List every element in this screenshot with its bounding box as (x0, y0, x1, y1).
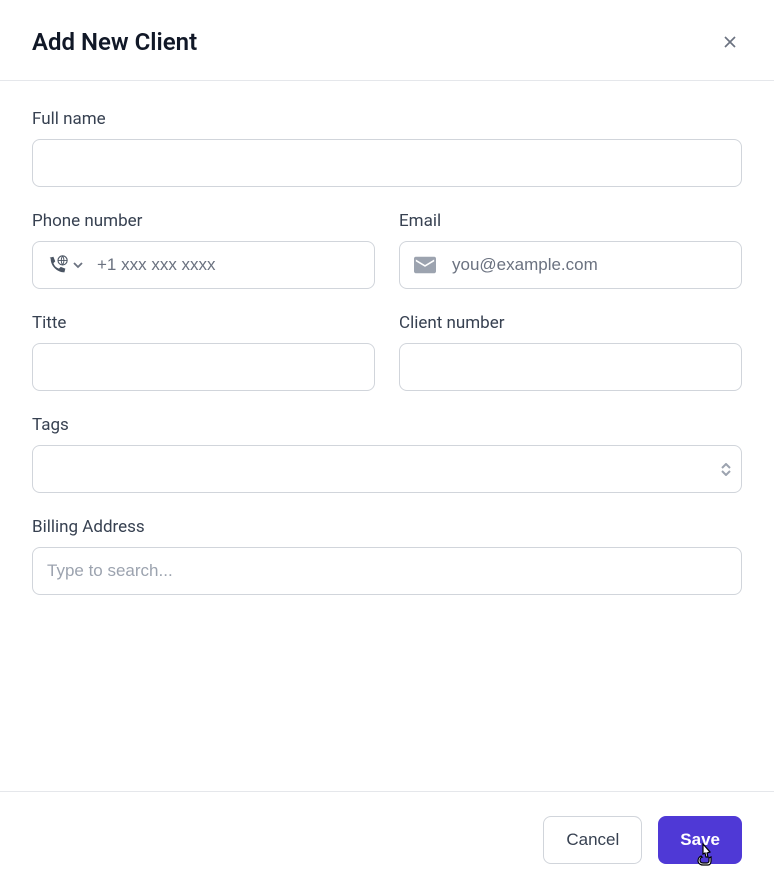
email-input-wrap (399, 241, 742, 289)
field-full-name: Full name (32, 109, 742, 187)
label-email: Email (399, 211, 742, 231)
input-email[interactable] (446, 242, 741, 288)
field-billing-address: Billing Address (32, 517, 742, 595)
field-client-number: Client number (399, 313, 742, 391)
close-icon (720, 32, 740, 52)
close-button[interactable] (718, 30, 742, 54)
label-billing-address: Billing Address (32, 517, 742, 537)
select-updown-icon (721, 463, 731, 476)
save-button[interactable]: Save (658, 816, 742, 864)
select-tags[interactable] (32, 445, 742, 493)
email-icon (400, 256, 446, 274)
phone-country-selector[interactable] (33, 254, 91, 276)
field-tags: Tags (32, 415, 742, 493)
input-title[interactable] (32, 343, 375, 391)
input-phone[interactable] (91, 242, 374, 288)
input-client-number[interactable] (399, 343, 742, 391)
label-tags: Tags (32, 415, 742, 435)
label-phone: Phone number (32, 211, 375, 231)
phone-input-wrap (32, 241, 375, 289)
input-full-name[interactable] (32, 139, 742, 187)
field-title: Titte (32, 313, 375, 391)
cancel-button[interactable]: Cancel (543, 816, 642, 864)
label-title: Titte (32, 313, 375, 333)
modal-header: Add New Client (0, 0, 774, 81)
field-email: Email (399, 211, 742, 289)
field-phone: Phone number (32, 211, 375, 289)
label-full-name: Full name (32, 109, 742, 129)
form-body: Full name Phone number Email (0, 81, 774, 647)
phone-globe-icon (47, 254, 69, 276)
label-client-number: Client number (399, 313, 742, 333)
modal-footer: Cancel Save (0, 791, 774, 888)
input-billing-address[interactable] (32, 547, 742, 595)
modal-title: Add New Client (32, 28, 197, 56)
chevron-down-icon (73, 260, 83, 270)
